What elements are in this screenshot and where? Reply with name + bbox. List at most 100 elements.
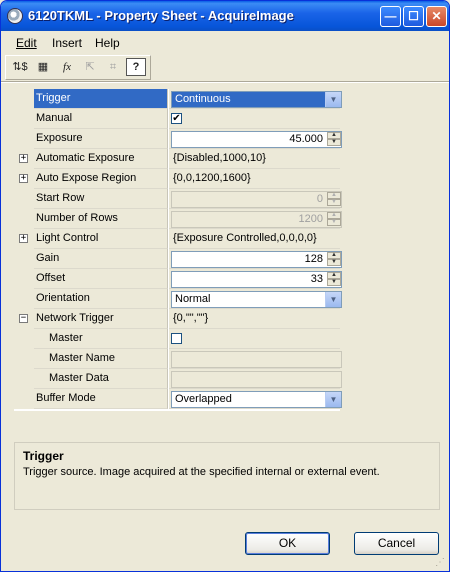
chevron-down-icon[interactable]: ▼	[325, 92, 341, 107]
value-textbox	[171, 351, 342, 368]
chevron-down-icon[interactable]: ▼	[325, 292, 341, 307]
value-spinner[interactable]: 128 ▲ ▼	[171, 251, 342, 268]
property-row[interactable]: Master Data	[14, 369, 342, 389]
row-gutter	[14, 329, 34, 349]
spinner-value: 33	[310, 273, 323, 285]
function-icon[interactable]: fx	[57, 58, 77, 77]
cancel-button[interactable]: Cancel	[354, 532, 439, 555]
spinner-value: 128	[304, 253, 323, 265]
property-row[interactable]: Start Row 0 ▲ ▼	[14, 189, 342, 209]
spin-down-icon[interactable]: ▼	[327, 259, 341, 266]
expand-icon[interactable]: +	[19, 174, 28, 183]
property-value[interactable]: 0 ▲ ▼	[169, 189, 342, 209]
expand-icon[interactable]: +	[19, 234, 28, 243]
ok-button[interactable]: OK	[245, 532, 330, 555]
property-name[interactable]: Offset	[34, 269, 168, 289]
property-value[interactable]: {Disabled,1000,10}	[169, 149, 340, 169]
property-name[interactable]: Light Control	[34, 229, 168, 249]
property-name[interactable]: Master Data	[34, 369, 168, 389]
property-value[interactable]: Overlapped ▼	[169, 389, 342, 409]
property-name[interactable]: Auto Expose Region	[34, 169, 168, 189]
spinner-value: 1200	[298, 213, 323, 225]
minimize-button[interactable]: —	[380, 6, 401, 27]
property-row[interactable]: + Light Control {Exposure Controlled,0,0,0…	[14, 229, 340, 249]
value-spinner: 1200 ▲ ▼	[171, 211, 342, 228]
row-gutter	[14, 209, 34, 229]
property-name[interactable]: Gain	[34, 249, 168, 269]
resize-grip-icon[interactable]: ⋰	[435, 557, 447, 569]
spin-down-icon[interactable]: ▼	[327, 139, 341, 146]
property-row[interactable]: Trigger Continuous ▼	[14, 89, 342, 109]
spin-down-icon[interactable]: ▼	[327, 279, 341, 286]
property-value[interactable]: 33 ▲ ▼	[169, 269, 342, 289]
app-icon[interactable]	[7, 8, 23, 24]
property-name[interactable]: Exposure	[34, 129, 168, 149]
property-row[interactable]: + Auto Expose Region {0,0,1200,1600}	[14, 169, 340, 189]
toolbar: ⇅$ ▦ fx ⇱ ⌗ ?	[5, 55, 151, 80]
value-dropdown[interactable]: Overlapped ▼	[171, 391, 342, 408]
property-name[interactable]: Number of Rows	[34, 209, 168, 229]
property-name[interactable]: Network Trigger	[34, 309, 168, 329]
property-name[interactable]: Manual	[34, 109, 168, 129]
property-row[interactable]: Exposure 45.000 ▲ ▼	[14, 129, 342, 149]
close-button[interactable]: ✕	[426, 6, 447, 27]
sort-by-name-icon[interactable]: ⇅$	[10, 58, 30, 77]
select-region-icon[interactable]: ⌗	[103, 58, 123, 77]
help-icon[interactable]: ?	[126, 58, 146, 76]
property-row[interactable]: − Network Trigger {0,"",""}	[14, 309, 340, 329]
property-value[interactable]	[169, 329, 340, 349]
property-value[interactable]: 1200 ▲ ▼	[169, 209, 342, 229]
value-dropdown[interactable]: Continuous ▼	[171, 91, 342, 108]
property-row[interactable]: Number of Rows 1200 ▲ ▼	[14, 209, 342, 229]
property-row[interactable]: Manual ✔	[14, 109, 340, 129]
property-value[interactable]: {0,"",""}	[169, 309, 340, 329]
value-spinner[interactable]: 45.000 ▲ ▼	[171, 131, 342, 148]
property-row[interactable]: Offset 33 ▲ ▼	[14, 269, 342, 289]
property-value[interactable]: ✔	[169, 109, 340, 129]
property-row[interactable]: Buffer Mode Overlapped ▼	[14, 389, 342, 409]
chevron-down-icon[interactable]: ▼	[325, 392, 341, 407]
property-name[interactable]: Master Name	[34, 349, 168, 369]
spin-up-icon[interactable]: ▲	[327, 132, 341, 139]
property-value[interactable]: Normal ▼	[169, 289, 342, 309]
cursor-icon[interactable]: ⇱	[80, 58, 100, 77]
property-value[interactable]: {Exposure Controlled,0,0,0,0}	[169, 229, 340, 249]
value-dropdown[interactable]: Normal ▼	[171, 291, 342, 308]
property-value[interactable]	[169, 369, 342, 389]
property-value[interactable]: {0,0,1200,1600}	[169, 169, 340, 189]
spinner-value: 0	[316, 193, 323, 205]
menu-insert[interactable]: Insert	[52, 36, 82, 50]
property-value[interactable]	[169, 349, 342, 369]
property-name[interactable]: Start Row	[34, 189, 168, 209]
spin-up-icon[interactable]: ▲	[327, 272, 341, 279]
property-row[interactable]: Orientation Normal ▼	[14, 289, 342, 309]
menu-edit[interactable]: Edit	[16, 36, 37, 50]
property-value[interactable]: Continuous ▼	[169, 89, 342, 109]
property-sheet-window: 6120TKML - Property Sheet - AcquireImage…	[0, 0, 450, 572]
collapse-icon[interactable]: −	[19, 314, 28, 323]
expand-icon[interactable]: +	[19, 154, 28, 163]
property-value[interactable]: 128 ▲ ▼	[169, 249, 342, 269]
property-row[interactable]: Master Name	[14, 349, 342, 369]
menu-bar: Edit Insert Help	[5, 32, 445, 52]
property-name[interactable]: Buffer Mode	[34, 389, 168, 409]
property-name[interactable]: Trigger	[34, 89, 168, 109]
spin-up-icon[interactable]: ▲	[327, 252, 341, 259]
value-checkbox[interactable]	[171, 333, 182, 344]
property-grid: Trigger Continuous ▼ Manual ✔ Exposure 45.000 ▲…	[14, 89, 342, 411]
title-bar[interactable]: 6120TKML - Property Sheet - AcquireImage…	[1, 1, 449, 31]
menu-help[interactable]: Help	[95, 36, 120, 50]
grid-icon[interactable]: ▦	[33, 58, 53, 77]
property-row[interactable]: Master	[14, 329, 340, 349]
property-name[interactable]: Orientation	[34, 289, 168, 309]
value-spinner[interactable]: 33 ▲ ▼	[171, 271, 342, 288]
maximize-button[interactable]: ☐	[403, 6, 424, 27]
property-row[interactable]: + Automatic Exposure {Disabled,1000,10}	[14, 149, 340, 169]
row-gutter	[14, 189, 34, 209]
property-row[interactable]: Gain 128 ▲ ▼	[14, 249, 342, 269]
property-value[interactable]: 45.000 ▲ ▼	[169, 129, 342, 149]
property-name[interactable]: Automatic Exposure	[34, 149, 168, 169]
value-checkbox[interactable]: ✔	[171, 113, 182, 124]
row-gutter: +	[14, 169, 34, 189]
property-name[interactable]: Master	[34, 329, 168, 349]
